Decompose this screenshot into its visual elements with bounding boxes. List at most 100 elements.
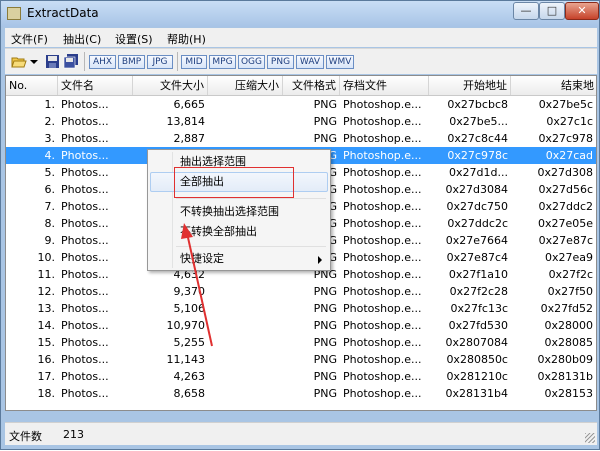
- table-row[interactable]: 15. Photos... 5,255 PNG Photoshop.e... 0x2807…: [6, 334, 596, 351]
- open-folder-icon[interactable]: [11, 54, 27, 69]
- table-row[interactable]: 2. Photos... 13,814 PNG Photoshop.e... 0x27be…: [6, 113, 596, 130]
- cell-name: Photos...: [61, 387, 109, 400]
- menu-help[interactable]: 帮助(H): [167, 31, 206, 47]
- column-header-format[interactable]: 文件格式: [283, 76, 340, 95]
- cell-start: 0x27d3084: [445, 183, 508, 196]
- cell-start: 0x27e7664: [445, 234, 508, 247]
- format-jpg-button[interactable]: JPG: [147, 55, 173, 69]
- menu-item-extract-selection-no-convert[interactable]: 不转换抽出选择范围: [150, 202, 328, 222]
- cell-name: Photos...: [61, 370, 109, 383]
- table-row[interactable]: 17. Photos... 4,263 PNG Photoshop.e... 0x2812…: [6, 368, 596, 385]
- column-header-filesize[interactable]: 文件大小: [133, 76, 208, 95]
- cell-name: Photos...: [61, 183, 109, 196]
- menu-item-extract-all-no-convert[interactable]: 不转换全部抽出: [150, 222, 328, 242]
- cell-comp: [208, 283, 283, 300]
- cell-archive: Photoshop.e...: [343, 98, 422, 111]
- column-header-end-address[interactable]: 结束地: [511, 76, 596, 95]
- title-bar[interactable]: ExtractData — □ ✕: [1, 1, 599, 27]
- format-ogg-button[interactable]: OGG: [238, 55, 265, 69]
- menu-item-shortcut-settings[interactable]: 快捷设定: [150, 249, 328, 269]
- cell-name: Photos...: [61, 132, 109, 145]
- highlight-box: [174, 167, 294, 198]
- cell-start: 0x27f1a10: [448, 268, 508, 281]
- cell-archive: Photoshop.e...: [343, 319, 422, 332]
- cell-no: 14.: [37, 319, 56, 332]
- cell-start: 0x2807084: [445, 336, 509, 349]
- format-mid-button[interactable]: MID: [181, 55, 207, 69]
- cell-no: 3.: [44, 132, 56, 145]
- cell-size: 11,143: [166, 353, 206, 366]
- cell-start: 0x27c978c: [447, 149, 508, 162]
- save-all-icon[interactable]: [63, 54, 79, 69]
- cell-end: 0x27e87c: [538, 234, 593, 247]
- cell-no: 7.: [44, 200, 56, 213]
- cell-comp: [208, 96, 283, 113]
- format-wmv-button[interactable]: WMV: [326, 55, 354, 69]
- format-mpg-button[interactable]: MPG: [209, 55, 236, 69]
- table-row[interactable]: 18. Photos... 8,658 PNG Photoshop.e... 0x2813…: [6, 385, 596, 402]
- cell-end: 0x27e05e: [537, 217, 593, 230]
- cell-no: 17.: [37, 370, 56, 383]
- cell-no: 8.: [44, 217, 56, 230]
- cell-start: 0x27fc13c: [450, 302, 508, 315]
- cell-end: 0x27cad: [545, 149, 593, 162]
- cell-no: 10.: [37, 251, 56, 264]
- cell-archive: Photoshop.e...: [343, 387, 422, 400]
- table-row[interactable]: 16. Photos... 11,143 PNG Photoshop.e... 0x280…: [6, 351, 596, 368]
- column-header-filename[interactable]: 文件名: [58, 76, 133, 95]
- table-row[interactable]: 12. Photos... 9,370 PNG Photoshop.e... 0x27f2…: [6, 283, 596, 300]
- column-header-archive[interactable]: 存档文件: [340, 76, 429, 95]
- cell-end: 0x27fd52: [540, 302, 593, 315]
- app-icon: [7, 7, 21, 20]
- menu-file[interactable]: 文件(F): [11, 31, 48, 47]
- cell-name: Photos...: [61, 302, 109, 315]
- cell-archive: Photoshop.e...: [343, 268, 422, 281]
- save-icon[interactable]: [45, 54, 61, 69]
- cell-comp: [208, 300, 283, 317]
- dropdown-arrow-icon[interactable]: [29, 54, 45, 69]
- cell-no: 15.: [37, 336, 56, 349]
- resize-grip[interactable]: [585, 433, 595, 443]
- menu-extract[interactable]: 抽出(C): [63, 31, 101, 47]
- menu-settings[interactable]: 设置(S): [115, 31, 153, 47]
- cell-archive: Photoshop.e...: [343, 370, 422, 383]
- cell-comp: [208, 385, 283, 402]
- cell-name: Photos...: [61, 98, 109, 111]
- cell-name: Photos...: [61, 251, 109, 264]
- menu-bar: 文件(F) 抽出(C) 设置(S) 帮助(H): [5, 28, 597, 47]
- toolbar-separator: [177, 52, 178, 71]
- format-bmp-button[interactable]: BMP: [118, 55, 145, 69]
- column-header-start-address[interactable]: 开始地址: [429, 76, 511, 95]
- cell-end: 0x27d308: [537, 166, 593, 179]
- cell-comp: [208, 130, 283, 147]
- table-row[interactable]: 3. Photos... 2,887 PNG Photoshop.e... 0x27c8c…: [6, 130, 596, 147]
- maximize-button[interactable]: □: [539, 2, 565, 20]
- column-header-no[interactable]: No.: [6, 76, 58, 95]
- format-png-button[interactable]: PNG: [267, 55, 294, 69]
- close-button[interactable]: ✕: [565, 2, 599, 20]
- minimize-button[interactable]: —: [513, 2, 539, 20]
- table-row[interactable]: 1. Photos... 6,665 PNG Photoshop.e... 0x27bcb…: [6, 96, 596, 113]
- format-ahx-button[interactable]: AHX: [89, 55, 116, 69]
- cell-name: Photos...: [61, 268, 109, 281]
- cell-name: Photos...: [61, 149, 109, 162]
- table-row[interactable]: 14. Photos... 10,970 PNG Photoshop.e... 0x27f…: [6, 317, 596, 334]
- cell-start: 0x281210c: [446, 370, 508, 383]
- cell-fmt: PNG: [313, 319, 337, 332]
- cell-no: 12.: [37, 285, 56, 298]
- cell-fmt: PNG: [313, 132, 337, 145]
- format-wav-button[interactable]: WAV: [296, 55, 324, 69]
- cell-no: 5.: [44, 166, 56, 179]
- cell-comp: [208, 368, 283, 385]
- cell-end: 0x27c1c: [546, 115, 593, 128]
- cell-fmt: PNG: [313, 387, 337, 400]
- window-title: ExtractData: [27, 6, 99, 20]
- cell-archive: Photoshop.e...: [343, 200, 422, 213]
- table-row[interactable]: 13. Photos... 5,106 PNG Photoshop.e... 0x27fc…: [6, 300, 596, 317]
- cell-comp: [208, 334, 283, 351]
- menu-item-shortcut-settings-label: 快捷设定: [180, 252, 224, 265]
- cell-fmt: PNG: [313, 285, 337, 298]
- submenu-arrow-icon: [318, 256, 322, 264]
- column-header-compressed-size[interactable]: 压缩大小: [208, 76, 283, 95]
- cell-end: 0x27f50: [547, 285, 593, 298]
